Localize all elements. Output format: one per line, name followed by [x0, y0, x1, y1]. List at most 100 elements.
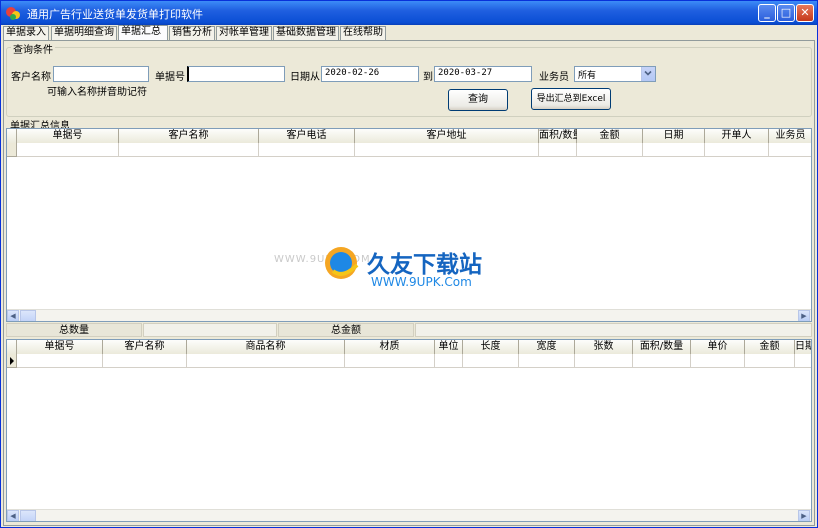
summary-col-phone[interactable]: 客户电话 — [259, 129, 355, 143]
summary-cell[interactable] — [259, 143, 355, 157]
salesman-label: 业务员 — [539, 72, 569, 83]
customer-hint: 可输入名称拼音助记符 — [47, 87, 147, 98]
summary-col-issuer[interactable]: 开单人 — [705, 129, 769, 143]
detail-cell[interactable] — [795, 354, 811, 368]
detail-cell[interactable] — [187, 354, 345, 368]
detail-grid[interactable]: 单据号 客户名称 商品名称 材质 单位 长度 宽度 张数 面积/数量 单价 金额… — [6, 339, 812, 522]
export-excel-button[interactable]: 导出汇总到Excel — [531, 88, 611, 110]
detail-cell[interactable] — [575, 354, 633, 368]
summary-corner — [7, 129, 17, 143]
detail-col-area[interactable]: 面积/数量 — [633, 340, 691, 354]
salesman-dropdown-button[interactable] — [641, 67, 655, 81]
summary-cell[interactable] — [17, 143, 119, 157]
scroll-left-button[interactable]: ◀ — [7, 310, 19, 321]
summary-cell[interactable] — [355, 143, 539, 157]
query-group: 查询条件 客户名称 可输入名称拼音助记符 单据号 日期从 2020-02-26 … — [6, 41, 812, 117]
summary-col-date[interactable]: 日期 — [643, 129, 705, 143]
scroll-thumb[interactable] — [20, 510, 36, 521]
salesman-select[interactable]: 所有 — [574, 66, 656, 82]
minimize-button[interactable]: _ — [758, 4, 776, 22]
customer-label: 客户名称 — [11, 72, 51, 83]
summary-col-amount[interactable]: 金额 — [577, 129, 643, 143]
tab-basic-data[interactable]: 基础数据管理 — [273, 26, 339, 40]
summary-grid-header: 单据号 客户名称 客户电话 客户地址 面积/数量 金额 日期 开单人 业务员 — [7, 129, 811, 143]
detail-cell[interactable] — [345, 354, 435, 368]
detail-col-material[interactable]: 材质 — [345, 340, 435, 354]
date-to-label: 到 — [423, 72, 433, 83]
detail-col-product[interactable]: 商品名称 — [187, 340, 345, 354]
tab-entry[interactable]: 单据录入 — [3, 26, 49, 40]
doc-no-input[interactable] — [187, 66, 285, 82]
summary-col-area[interactable]: 面积/数量 — [539, 129, 582, 143]
salesman-value: 所有 — [578, 71, 597, 81]
detail-col-amount[interactable]: 金额 — [745, 340, 795, 354]
detail-col-unit-price[interactable]: 单价 — [691, 340, 745, 354]
chevron-left-icon: ◀ — [10, 312, 16, 320]
detail-cell[interactable] — [519, 354, 575, 368]
chevron-left-icon: ◀ — [10, 512, 16, 520]
customer-input[interactable] — [53, 66, 149, 82]
tab-statement[interactable]: 对帐单管理 — [216, 26, 272, 40]
detail-col-date[interactable]: 日期 — [795, 340, 811, 354]
detail-col-doc-no[interactable]: 单据号 — [17, 340, 103, 354]
summary-cell[interactable] — [539, 143, 577, 157]
detail-cell[interactable] — [103, 354, 187, 368]
summary-col-address[interactable]: 客户地址 — [355, 129, 539, 143]
tab-sales-analysis[interactable]: 销售分析 — [169, 26, 215, 40]
detail-col-unit[interactable]: 单位 — [435, 340, 463, 354]
total-count-value — [143, 323, 277, 337]
date-to-input[interactable]: 2020-03-27 — [434, 66, 532, 82]
tab-online-help[interactable]: 在线帮助 — [340, 26, 386, 40]
chevron-down-icon — [644, 70, 652, 76]
summary-col-customer[interactable]: 客户名称 — [119, 129, 259, 143]
summary-col-salesman[interactable]: 业务员 — [769, 129, 811, 143]
maximize-icon: □ — [780, 6, 792, 19]
close-button[interactable]: ✕ — [796, 4, 814, 22]
date-from-input[interactable]: 2020-02-26 — [321, 66, 419, 82]
doc-no-label: 单据号 — [155, 72, 185, 83]
maximize-button[interactable]: □ — [777, 4, 795, 22]
chevron-right-icon: ▶ — [801, 512, 807, 520]
query-legend: 查询条件 — [11, 41, 55, 56]
watermark: WWW.9UPK.COM 久友下载站 WWW.9UPK.Com — [267, 231, 531, 307]
detail-corner — [7, 340, 17, 354]
detail-col-width[interactable]: 宽度 — [519, 340, 575, 354]
summary-cell[interactable] — [643, 143, 705, 157]
summary-col-doc-no[interactable]: 单据号 — [17, 129, 119, 143]
detail-cell[interactable] — [17, 354, 103, 368]
close-icon: ✕ — [800, 6, 810, 19]
summary-table-row[interactable] — [7, 143, 811, 157]
summary-cell[interactable] — [769, 143, 811, 157]
minimize-icon: _ — [764, 6, 770, 19]
total-amount-label: 总金额 — [278, 323, 414, 337]
detail-col-customer[interactable]: 客户名称 — [103, 340, 187, 354]
detail-col-sheets[interactable]: 张数 — [575, 340, 633, 354]
summary-cell[interactable] — [577, 143, 643, 157]
detail-cell[interactable] — [691, 354, 745, 368]
detail-cell[interactable] — [633, 354, 691, 368]
tab-summary[interactable]: 单据汇总 — [118, 25, 168, 40]
detail-table-row[interactable] — [7, 354, 811, 368]
query-button[interactable]: 查询 — [448, 89, 508, 111]
row-indicator — [7, 354, 17, 368]
watermark-logo-icon — [325, 247, 359, 279]
detail-hscrollbar[interactable]: ◀ ▶ — [7, 509, 811, 521]
app-window: 通用广告行业送货单发货单打印软件 _ □ ✕ 单据录入 单据明细查询 单据汇总 … — [0, 0, 818, 528]
app-icon — [6, 7, 20, 20]
summary-hscrollbar[interactable]: ◀ ▶ — [7, 309, 811, 321]
scroll-thumb[interactable] — [20, 310, 36, 321]
detail-cell[interactable] — [463, 354, 519, 368]
summary-cell[interactable] — [705, 143, 769, 157]
tab-detail-query[interactable]: 单据明细查询 — [51, 26, 117, 40]
summary-cell[interactable] — [119, 143, 259, 157]
row-indicator — [7, 143, 17, 157]
scroll-right-button[interactable]: ▶ — [798, 310, 810, 321]
scroll-left-button[interactable]: ◀ — [7, 510, 19, 521]
detail-cell[interactable] — [745, 354, 795, 368]
watermark-brand: 久友下载站 — [367, 252, 482, 278]
watermark-url: WWW.9UPK.Com — [371, 275, 472, 289]
scroll-right-button[interactable]: ▶ — [798, 510, 810, 521]
detail-cell[interactable] — [435, 354, 463, 368]
title-bar[interactable]: 通用广告行业送货单发货单打印软件 _ □ ✕ — [1, 1, 817, 25]
detail-col-length[interactable]: 长度 — [463, 340, 519, 354]
